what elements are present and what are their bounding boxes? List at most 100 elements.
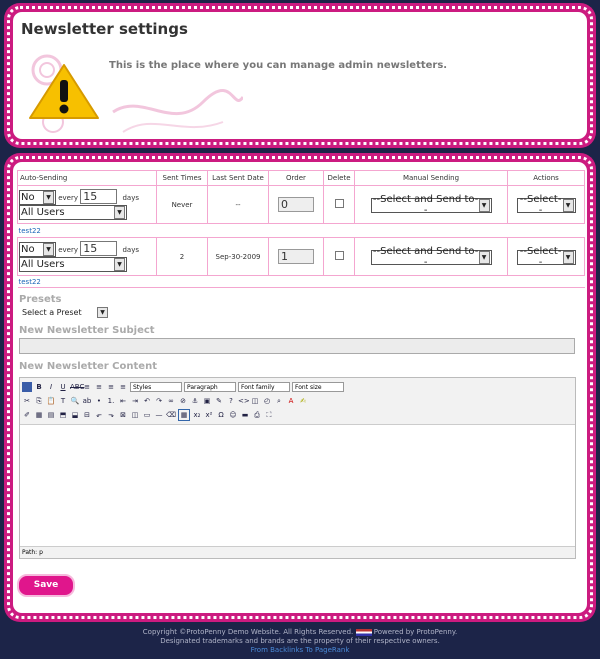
copy-icon[interactable]: ⎘: [34, 396, 44, 406]
font-size-dropdown[interactable]: Font size: [292, 381, 344, 392]
superscript-icon[interactable]: x²: [204, 410, 214, 420]
preview-icon[interactable]: ⌕: [274, 396, 284, 406]
col-last-sent: Last Sent Date: [207, 170, 269, 186]
warning-icon: [29, 64, 99, 119]
undo-icon[interactable]: ↶: [142, 396, 152, 406]
align-center-icon[interactable]: ≡: [94, 382, 104, 392]
actions-select[interactable]: --Select-- ▼: [516, 194, 576, 216]
horizontal-rule-icon[interactable]: —: [154, 410, 164, 420]
subscript-icon[interactable]: x₂: [192, 410, 202, 420]
table-row: No ▼ every 15 days All Users ▼ Never -- 0 …: [17, 185, 585, 224]
auto-send-select[interactable]: No ▼: [19, 242, 56, 257]
actions-select[interactable]: --Select-- ▼: [516, 246, 576, 268]
media-icon[interactable]: ▬: [240, 410, 250, 420]
underline-icon[interactable]: U: [58, 382, 68, 392]
manual-send-select[interactable]: --Select and Send to-- ▼: [370, 246, 492, 268]
fullscreen-icon[interactable]: ⛶: [264, 410, 274, 420]
delete-checkbox[interactable]: [334, 199, 344, 208]
indent-icon[interactable]: ⇥: [130, 396, 140, 406]
font-family-dropdown[interactable]: Font family: [238, 381, 290, 392]
styles-dropdown[interactable]: Styles: [130, 381, 182, 392]
editor-path: Path: p: [20, 546, 575, 558]
days-input[interactable]: 15: [80, 189, 118, 204]
col-order: Order: [268, 170, 324, 186]
paste-icon[interactable]: 📋: [46, 396, 56, 406]
content-label: New Newsletter Content: [19, 361, 157, 372]
paste-text-icon[interactable]: T: [58, 396, 68, 406]
find-icon[interactable]: 🔍: [70, 396, 80, 406]
user-group-select[interactable]: All Users ▼: [19, 257, 127, 272]
col-sent-times: Sent Times: [156, 170, 208, 186]
delete-checkbox[interactable]: [334, 251, 344, 260]
print-icon[interactable]: ⎙: [252, 410, 262, 420]
image-icon[interactable]: ▣: [202, 396, 212, 406]
replace-icon[interactable]: ab: [82, 396, 92, 406]
redo-icon[interactable]: ↷: [154, 396, 164, 406]
unlink-icon[interactable]: ⊘: [178, 396, 188, 406]
bold-icon[interactable]: B: [34, 382, 44, 392]
justify-icon[interactable]: ≡: [118, 382, 128, 392]
save-icon[interactable]: [22, 381, 32, 392]
last-sent-cell: Sep-30-2009: [207, 237, 269, 276]
align-left-icon[interactable]: ≡: [82, 382, 92, 392]
remove-format-icon[interactable]: ⌫: [166, 410, 176, 420]
table-row: No ▼ every 15 days All Users ▼ 2 Sep-30-20…: [17, 237, 585, 276]
split-cells-icon[interactable]: ◫: [130, 410, 140, 420]
newsletter-table: Auto-Sending Sent Times Last Sent Date O…: [17, 170, 585, 288]
highlight-icon[interactable]: ✍: [298, 396, 308, 406]
insert-col-after-icon[interactable]: ⬎: [106, 410, 116, 420]
link-icon[interactable]: ∞: [166, 396, 176, 406]
special-char-icon[interactable]: Ω: [216, 410, 226, 420]
help-icon[interactable]: ?: [226, 396, 236, 406]
trademark-text: Designated trademarks and brands are the…: [160, 637, 440, 645]
order-input[interactable]: 1: [278, 249, 314, 264]
numbered-list-icon[interactable]: 1.: [106, 396, 116, 406]
newsletter-link[interactable]: test22: [19, 227, 41, 235]
delete-col-icon[interactable]: ⊠: [118, 410, 128, 420]
visual-aid-icon[interactable]: ▦: [178, 408, 190, 421]
delete-row-icon[interactable]: ⊟: [82, 410, 92, 420]
col-manual-sending: Manual Sending: [354, 170, 508, 186]
insert-date-icon[interactable]: ◫: [250, 396, 260, 406]
cleanup-icon[interactable]: ✎: [214, 396, 224, 406]
header-panel: Newsletter settings This is the place wh…: [4, 3, 596, 148]
days-input[interactable]: 15: [80, 241, 118, 256]
rich-text-editor: B I U ABC ≡ ≡ ≡ ≡ Styles Paragraph Font …: [19, 377, 576, 559]
merge-cells-icon[interactable]: ▭: [142, 410, 152, 420]
strikethrough-icon[interactable]: ABC: [70, 382, 84, 392]
backlinks-link[interactable]: From Backlinks To PageRank: [0, 646, 600, 655]
emoticon-icon[interactable]: ☺: [228, 410, 238, 420]
insert-col-before-icon[interactable]: ⬐: [94, 410, 104, 420]
insert-time-icon[interactable]: ◴: [262, 396, 272, 406]
newsletter-link[interactable]: test22: [19, 278, 41, 286]
col-actions: Actions: [507, 170, 585, 186]
subject-label: New Newsletter Subject: [19, 325, 155, 336]
main-panel: Auto-Sending Sent Times Last Sent Date O…: [4, 153, 596, 622]
bullet-list-icon[interactable]: •: [94, 396, 104, 406]
editor-content-area[interactable]: [20, 425, 575, 546]
outdent-icon[interactable]: ⇤: [118, 396, 128, 406]
row-props-icon[interactable]: ▤: [46, 410, 56, 420]
auto-send-select[interactable]: No ▼: [19, 190, 56, 205]
page-title: Newsletter settings: [21, 20, 188, 38]
edit-css-icon[interactable]: ✐: [22, 410, 32, 420]
footer: Copyright ©ProtoPenny Demo Website. All …: [0, 628, 600, 655]
html-icon[interactable]: <>: [238, 396, 250, 406]
insert-row-before-icon[interactable]: ⬒: [58, 410, 68, 420]
italic-icon[interactable]: I: [46, 382, 56, 392]
user-group-select[interactable]: All Users ▼: [19, 205, 127, 220]
page-description: This is the place where you can manage a…: [109, 60, 448, 71]
table-icon[interactable]: ▦: [34, 410, 44, 420]
paragraph-dropdown[interactable]: Paragraph: [184, 381, 236, 392]
cut-icon[interactable]: ✂: [22, 396, 32, 406]
table-header-row: Auto-Sending Sent Times Last Sent Date O…: [17, 170, 585, 186]
subject-input[interactable]: [19, 338, 575, 354]
anchor-icon[interactable]: ⚓: [190, 396, 200, 406]
align-right-icon[interactable]: ≡: [106, 382, 116, 392]
insert-row-after-icon[interactable]: ⬓: [70, 410, 80, 420]
save-button[interactable]: Save: [17, 574, 75, 597]
order-input[interactable]: 0: [278, 197, 314, 212]
preset-select[interactable]: Select a Preset ▼: [21, 306, 109, 318]
manual-send-select[interactable]: --Select and Send to-- ▼: [370, 194, 492, 216]
font-color-icon[interactable]: A: [286, 396, 296, 406]
